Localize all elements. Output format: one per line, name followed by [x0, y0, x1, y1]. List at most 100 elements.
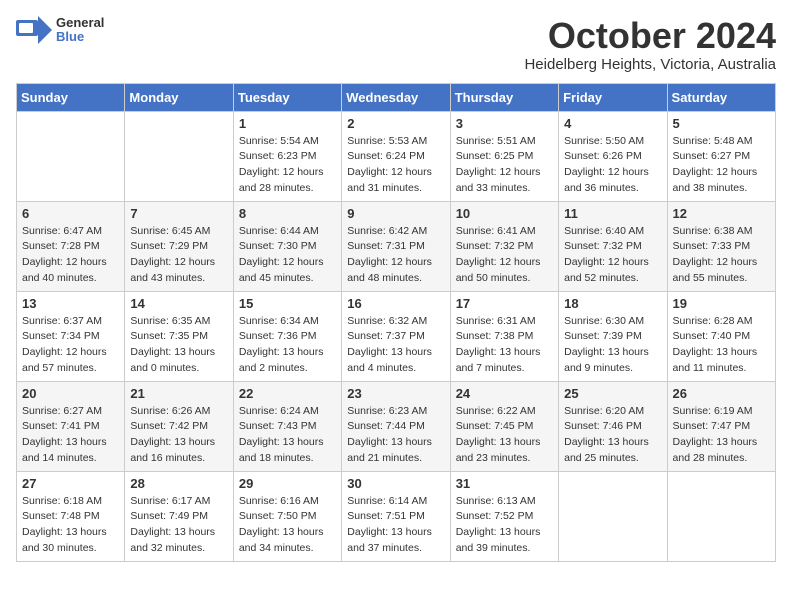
day-info: Sunrise: 6:24 AM Sunset: 7:43 PM Dayligh… — [239, 404, 336, 467]
calendar-cell — [125, 111, 233, 201]
calendar-cell: 22 Sunrise: 6:24 AM Sunset: 7:43 PM Dayli… — [233, 381, 341, 471]
day-of-week-header: Friday — [559, 83, 667, 111]
day-number: 21 — [130, 386, 227, 401]
day-info: Sunrise: 5:53 AM Sunset: 6:24 PM Dayligh… — [347, 134, 444, 197]
day-info: Sunrise: 6:37 AM Sunset: 7:34 PM Dayligh… — [22, 314, 119, 377]
day-number: 30 — [347, 476, 444, 491]
calendar-cell: 4 Sunrise: 5:50 AM Sunset: 6:26 PM Daylig… — [559, 111, 667, 201]
day-info: Sunrise: 5:54 AM Sunset: 6:23 PM Dayligh… — [239, 134, 336, 197]
day-info: Sunrise: 6:13 AM Sunset: 7:52 PM Dayligh… — [456, 494, 553, 557]
day-info: Sunrise: 6:47 AM Sunset: 7:28 PM Dayligh… — [22, 224, 119, 287]
calendar-cell: 6 Sunrise: 6:47 AM Sunset: 7:28 PM Daylig… — [17, 201, 125, 291]
day-info: Sunrise: 6:44 AM Sunset: 7:30 PM Dayligh… — [239, 224, 336, 287]
day-number: 31 — [456, 476, 553, 491]
calendar-cell: 16 Sunrise: 6:32 AM Sunset: 7:37 PM Dayli… — [342, 291, 450, 381]
day-number: 20 — [22, 386, 119, 401]
calendar-cell: 15 Sunrise: 6:34 AM Sunset: 7:36 PM Dayli… — [233, 291, 341, 381]
day-info: Sunrise: 6:18 AM Sunset: 7:48 PM Dayligh… — [22, 494, 119, 557]
calendar-cell: 26Sunrise: 6:19 AM Sunset: 7:47 PM Dayli… — [667, 381, 775, 471]
logo-icon — [16, 16, 52, 44]
calendar-cell: 13 Sunrise: 6:37 AM Sunset: 7:34 PM Dayli… — [17, 291, 125, 381]
day-info: Sunrise: 6:22 AM Sunset: 7:45 PM Dayligh… — [456, 404, 553, 467]
day-number: 12 — [673, 206, 770, 221]
calendar-cell: 21 Sunrise: 6:26 AM Sunset: 7:42 PM Dayli… — [125, 381, 233, 471]
calendar-cell: 27 Sunrise: 6:18 AM Sunset: 7:48 PM Dayli… — [17, 471, 125, 561]
day-info: Sunrise: 6:42 AM Sunset: 7:31 PM Dayligh… — [347, 224, 444, 287]
day-info: Sunrise: 6:23 AM Sunset: 7:44 PM Dayligh… — [347, 404, 444, 467]
day-number: 26 — [673, 386, 770, 401]
day-number: 19 — [673, 296, 770, 311]
day-info: Sunrise: 6:14 AM Sunset: 7:51 PM Dayligh… — [347, 494, 444, 557]
logo-text-general: General — [56, 16, 104, 30]
day-info: Sunrise: 6:40 AM Sunset: 7:32 PM Dayligh… — [564, 224, 661, 287]
day-number: 17 — [456, 296, 553, 311]
day-number: 4 — [564, 116, 661, 131]
day-of-week-header: Monday — [125, 83, 233, 111]
month-title: October 2024 — [524, 16, 776, 56]
location-subtitle: Heidelberg Heights, Victoria, Australia — [524, 56, 776, 73]
day-info: Sunrise: 6:41 AM Sunset: 7:32 PM Dayligh… — [456, 224, 553, 287]
day-info: Sunrise: 6:35 AM Sunset: 7:35 PM Dayligh… — [130, 314, 227, 377]
calendar-cell: 29Sunrise: 6:16 AM Sunset: 7:50 PM Dayli… — [233, 471, 341, 561]
day-info: Sunrise: 5:48 AM Sunset: 6:27 PM Dayligh… — [673, 134, 770, 197]
calendar-week-row: 6 Sunrise: 6:47 AM Sunset: 7:28 PM Daylig… — [17, 201, 776, 291]
calendar-week-row: 27 Sunrise: 6:18 AM Sunset: 7:48 PM Dayli… — [17, 471, 776, 561]
day-number: 14 — [130, 296, 227, 311]
day-number: 1 — [239, 116, 336, 131]
calendar-cell — [559, 471, 667, 561]
calendar-cell: 30 Sunrise: 6:14 AM Sunset: 7:51 PM Dayli… — [342, 471, 450, 561]
calendar-cell: 28Sunrise: 6:17 AM Sunset: 7:49 PM Dayli… — [125, 471, 233, 561]
day-info: Sunrise: 6:34 AM Sunset: 7:36 PM Dayligh… — [239, 314, 336, 377]
day-info: Sunrise: 6:26 AM Sunset: 7:42 PM Dayligh… — [130, 404, 227, 467]
page-header: General Blue October 2024 Heidelberg Hei… — [16, 16, 776, 73]
day-of-week-header: Thursday — [450, 83, 558, 111]
calendar-week-row: 13 Sunrise: 6:37 AM Sunset: 7:34 PM Dayli… — [17, 291, 776, 381]
calendar-week-row: 1 Sunrise: 5:54 AM Sunset: 6:23 PM Daylig… — [17, 111, 776, 201]
day-number: 13 — [22, 296, 119, 311]
calendar-cell: 31 Sunrise: 6:13 AM Sunset: 7:52 PM Dayli… — [450, 471, 558, 561]
day-number: 10 — [456, 206, 553, 221]
calendar-cell: 7 Sunrise: 6:45 AM Sunset: 7:29 PM Daylig… — [125, 201, 233, 291]
day-number: 11 — [564, 206, 661, 221]
day-info: Sunrise: 6:38 AM Sunset: 7:33 PM Dayligh… — [673, 224, 770, 287]
calendar-cell: 18Sunrise: 6:30 AM Sunset: 7:39 PM Dayli… — [559, 291, 667, 381]
calendar-cell: 2Sunrise: 5:53 AM Sunset: 6:24 PM Daylig… — [342, 111, 450, 201]
day-info: Sunrise: 6:27 AM Sunset: 7:41 PM Dayligh… — [22, 404, 119, 467]
calendar-cell: 19 Sunrise: 6:28 AM Sunset: 7:40 PM Dayli… — [667, 291, 775, 381]
calendar-cell: 20 Sunrise: 6:27 AM Sunset: 7:41 PM Dayli… — [17, 381, 125, 471]
day-number: 16 — [347, 296, 444, 311]
calendar-cell — [17, 111, 125, 201]
calendar-cell: 14 Sunrise: 6:35 AM Sunset: 7:35 PM Dayli… — [125, 291, 233, 381]
day-number: 3 — [456, 116, 553, 131]
day-info: Sunrise: 6:32 AM Sunset: 7:37 PM Dayligh… — [347, 314, 444, 377]
day-number: 22 — [239, 386, 336, 401]
calendar-cell: 9 Sunrise: 6:42 AM Sunset: 7:31 PM Daylig… — [342, 201, 450, 291]
day-number: 28 — [130, 476, 227, 491]
day-info: Sunrise: 6:45 AM Sunset: 7:29 PM Dayligh… — [130, 224, 227, 287]
logo: General Blue — [16, 16, 104, 45]
day-number: 18 — [564, 296, 661, 311]
calendar-cell: 25 Sunrise: 6:20 AM Sunset: 7:46 PM Dayli… — [559, 381, 667, 471]
calendar-week-row: 20 Sunrise: 6:27 AM Sunset: 7:41 PM Dayli… — [17, 381, 776, 471]
day-number: 9 — [347, 206, 444, 221]
day-number: 7 — [130, 206, 227, 221]
calendar-cell: 24 Sunrise: 6:22 AM Sunset: 7:45 PM Dayli… — [450, 381, 558, 471]
day-number: 24 — [456, 386, 553, 401]
day-of-week-header: Sunday — [17, 83, 125, 111]
calendar-cell: 1 Sunrise: 5:54 AM Sunset: 6:23 PM Daylig… — [233, 111, 341, 201]
calendar-cell: 23Sunrise: 6:23 AM Sunset: 7:44 PM Dayli… — [342, 381, 450, 471]
day-info: Sunrise: 6:28 AM Sunset: 7:40 PM Dayligh… — [673, 314, 770, 377]
day-number: 15 — [239, 296, 336, 311]
day-info: Sunrise: 5:50 AM Sunset: 6:26 PM Dayligh… — [564, 134, 661, 197]
day-number: 27 — [22, 476, 119, 491]
day-of-week-header: Wednesday — [342, 83, 450, 111]
calendar-cell: 8Sunrise: 6:44 AM Sunset: 7:30 PM Daylig… — [233, 201, 341, 291]
day-number: 6 — [22, 206, 119, 221]
day-info: Sunrise: 6:20 AM Sunset: 7:46 PM Dayligh… — [564, 404, 661, 467]
calendar-cell: 5Sunrise: 5:48 AM Sunset: 6:27 PM Daylig… — [667, 111, 775, 201]
day-of-week-header: Tuesday — [233, 83, 341, 111]
day-number: 29 — [239, 476, 336, 491]
day-number: 25 — [564, 386, 661, 401]
calendar-cell: 11 Sunrise: 6:40 AM Sunset: 7:32 PM Dayli… — [559, 201, 667, 291]
calendar-cell — [667, 471, 775, 561]
